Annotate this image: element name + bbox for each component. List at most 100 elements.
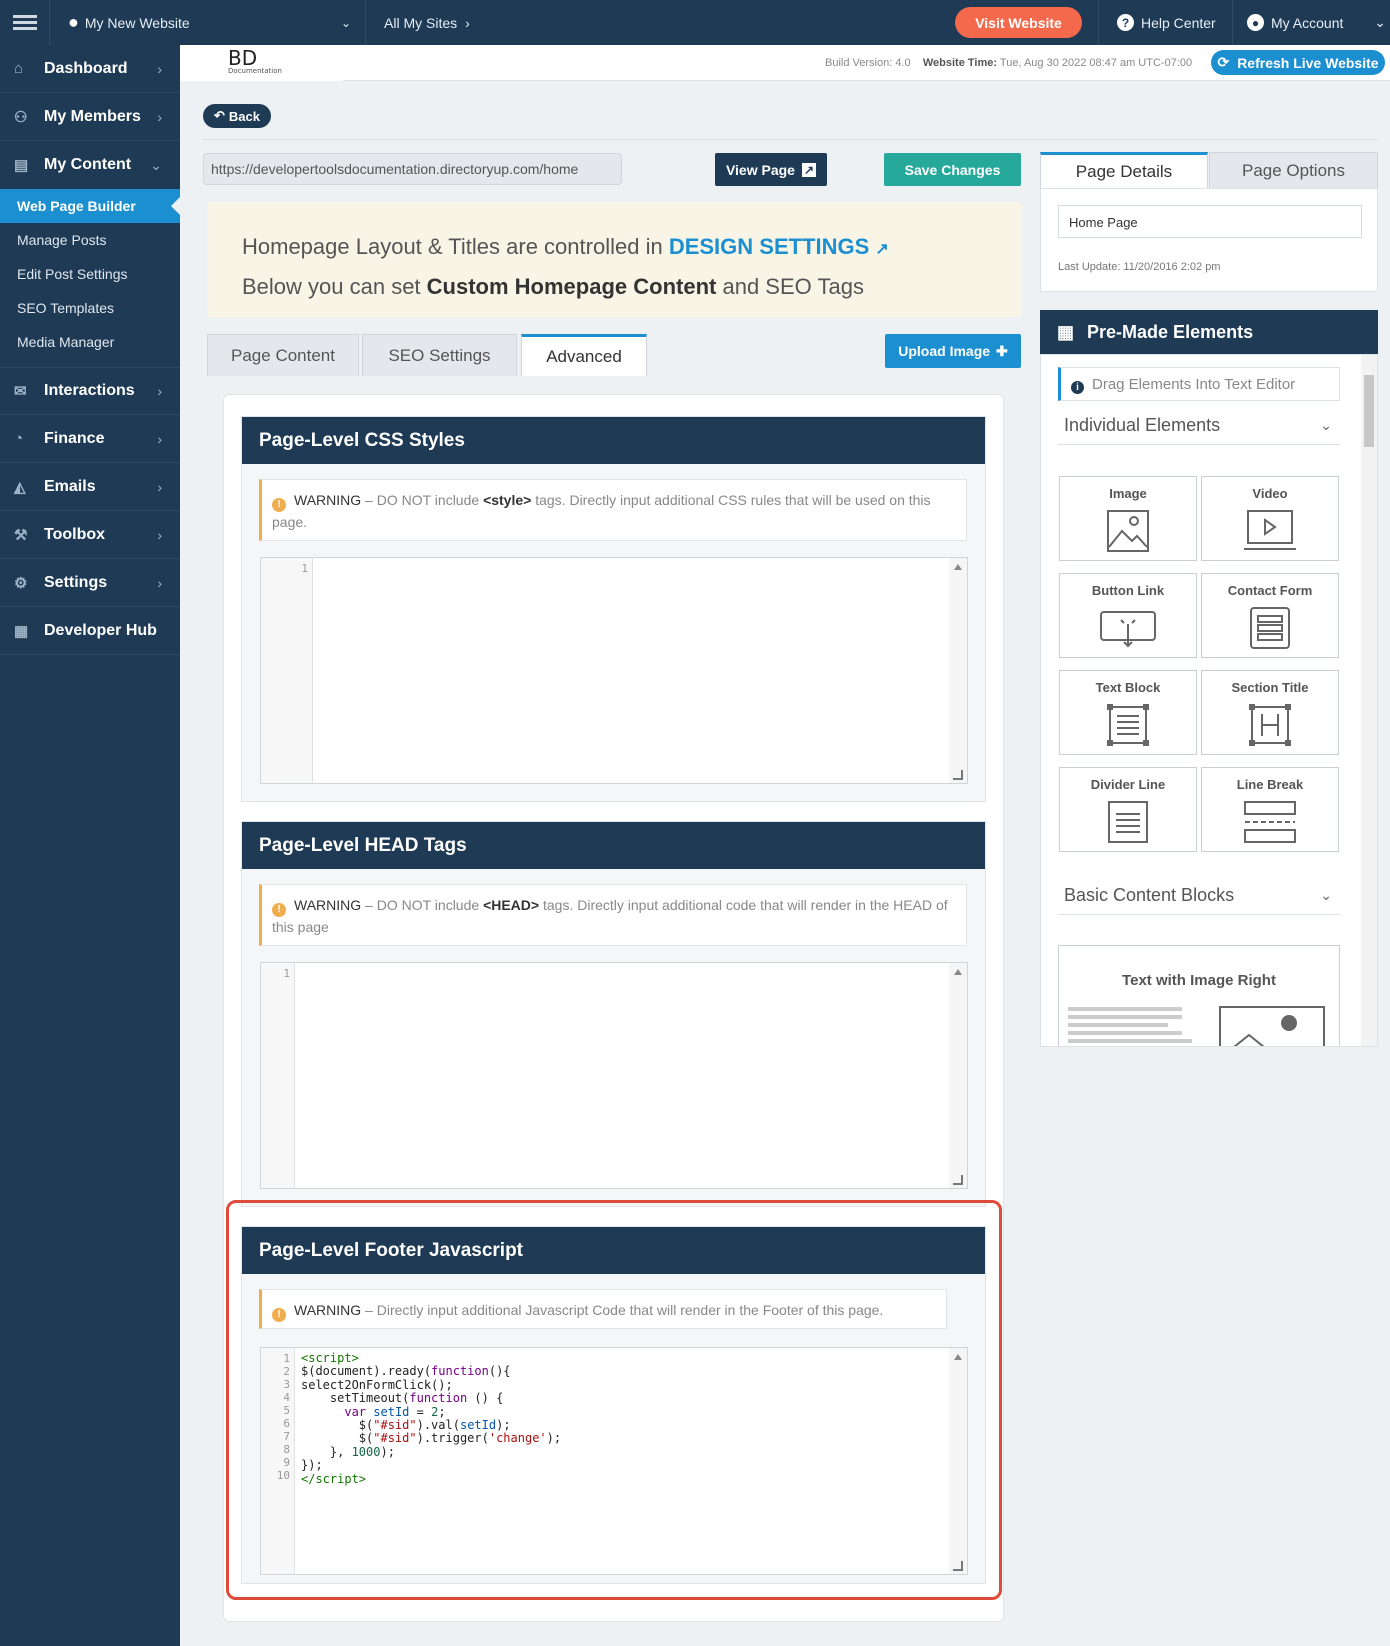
element-image[interactable]: Image [1059, 476, 1197, 561]
sidebar-item-finance[interactable]: ◔ Finance › [0, 415, 180, 463]
chevron-right-icon: › [157, 430, 162, 447]
refresh-live-website-button[interactable]: ⟳ Refresh Live Website [1211, 50, 1385, 75]
element-section-title[interactable]: Section Title [1201, 670, 1339, 755]
site-selector[interactable]: ● My New Website ⌄ [50, 0, 366, 45]
back-arrow-icon: ↶ [214, 108, 225, 123]
sidebar-item-interactions[interactable]: ✉ Interactions › [0, 367, 180, 415]
element-label: Section Title [1231, 680, 1309, 695]
editor-scrollbar[interactable] [949, 558, 967, 783]
website-time: Tue, Aug 30 2022 08:47 am UTC-07:00 [999, 57, 1193, 69]
wrench-icon: ⚒ [14, 526, 28, 544]
page-url-field[interactable]: https://developertoolsdocumentation.dire… [203, 153, 622, 185]
chevron-down-icon: ⌄ [340, 15, 351, 30]
drag-note: i Drag Elements Into Text Editor [1058, 367, 1340, 401]
line-break-icon [1244, 801, 1296, 843]
section-title: Page-Level CSS Styles [242, 417, 985, 464]
user-icon: ● [1247, 14, 1264, 31]
resize-handle-icon[interactable] [953, 1175, 963, 1185]
sidebar-item-label: Developer Hub [44, 621, 157, 639]
tab-page-content[interactable]: Page Content [207, 334, 359, 376]
sidebar-item-label: Settings [44, 573, 108, 591]
external-link-icon: ↗ [875, 241, 889, 258]
sidebar-item-my-members[interactable]: ⚇ My Members › [0, 93, 180, 141]
warning-label: WARNING [294, 897, 362, 913]
premade-elements-header: ▦ Pre-Made Elements [1040, 310, 1378, 354]
element-label: Video [1252, 486, 1288, 501]
logo[interactable]: BD Documentation [228, 46, 288, 77]
back-button[interactable]: ↶ Back [203, 104, 271, 128]
sidebar-item-developer-hub[interactable]: ▦ Developer Hub [0, 607, 180, 655]
help-center-link[interactable]: ? Help Center [1098, 0, 1218, 45]
sidebar-subitem-seo-templates[interactable]: SEO Templates [0, 291, 180, 325]
sidebar-item-label: Dashboard [44, 59, 128, 77]
logo-text: BD [228, 46, 258, 70]
sidebar-item-label: My Content [44, 156, 132, 173]
warning-tag: <HEAD> [483, 897, 540, 913]
sidebar-item-settings[interactable]: ⚙ Settings › [0, 559, 180, 607]
accordion-label: Individual Elements [1064, 415, 1221, 435]
video-icon [1244, 510, 1296, 550]
sidebar-subitem-manage-posts[interactable]: Manage Posts [0, 223, 180, 257]
block-label: Text with Image Right [1122, 972, 1276, 989]
menu-toggle-button[interactable] [0, 0, 50, 45]
notice-line2a: Below you can set [242, 274, 421, 299]
basic-content-blocks-accordion[interactable]: Basic Content Blocks ⌄ [1058, 875, 1340, 915]
sidebar-item-label: Finance [44, 429, 105, 447]
element-label: Button Link [1091, 583, 1165, 598]
view-page-button[interactable]: View Page ↗ [715, 153, 827, 186]
sidebar-item-my-content[interactable]: ▤ My Content ⌄ [0, 141, 180, 189]
element-button-link[interactable]: Button Link [1059, 573, 1197, 658]
inbox-icon: ◭ [14, 478, 26, 496]
users-icon: ⚇ [14, 108, 28, 126]
refresh-label: Refresh Live Website [1237, 54, 1379, 71]
sidebar-subitem-web-page-builder[interactable]: Web Page Builder [0, 189, 180, 223]
divider-line-icon [1108, 801, 1148, 843]
chevron-down-icon: ⌄ [1374, 14, 1386, 30]
contact-form-icon [1250, 607, 1290, 649]
element-label: Image [1109, 486, 1147, 501]
page-name-field[interactable]: Home Page [1058, 205, 1362, 238]
top-bar: ● My New Website ⌄ All My Sites › Visit … [0, 0, 1390, 45]
save-changes-button[interactable]: Save Changes [884, 153, 1021, 186]
refresh-icon: ⟳ [1217, 54, 1230, 70]
build-info: Build Version: 4.0 Website Time: Tue, Au… [825, 57, 1192, 69]
individual-elements-accordion[interactable]: Individual Elements ⌄ [1058, 405, 1340, 445]
tab-seo-settings[interactable]: SEO Settings [362, 334, 517, 376]
visit-website-button[interactable]: Visit Website [955, 7, 1082, 38]
all-sites-link[interactable]: All My Sites › [366, 0, 486, 45]
sidebar-subitem-edit-post-settings[interactable]: Edit Post Settings [0, 257, 180, 291]
head-code-editor[interactable]: 1 [260, 962, 968, 1189]
chevron-right-icon: › [157, 574, 162, 591]
sidebar-subitem-media-manager[interactable]: Media Manager [0, 325, 180, 359]
element-contact-form[interactable]: Contact Form [1201, 573, 1339, 658]
sidebar-item-toolbox[interactable]: ⚒ Toolbox › [0, 511, 180, 559]
warning-text: – DO NOT include [365, 897, 480, 913]
css-code-editor[interactable]: 1 [260, 557, 968, 784]
scrollbar-thumb[interactable] [1364, 375, 1374, 447]
element-text-block[interactable]: Text Block [1059, 670, 1197, 755]
sidebar-item-dashboard[interactable]: ⌂ Dashboard › [0, 45, 180, 93]
editor-scrollbar[interactable] [949, 963, 967, 1188]
element-video[interactable]: Video [1201, 476, 1339, 561]
upload-image-label: Upload Image [898, 343, 991, 359]
element-line-break[interactable]: Line Break [1201, 767, 1339, 852]
premade-scrollbar[interactable] [1361, 355, 1377, 1046]
logo-subtitle: Documentation [228, 67, 282, 75]
account-label: My Account [1271, 14, 1344, 31]
design-settings-link[interactable]: DESIGN SETTINGS [669, 234, 869, 259]
tab-page-details[interactable]: Page Details [1040, 152, 1208, 189]
sidebar: ⌂ Dashboard › ⚇ My Members › ▤ My Content ⌄ We… [0, 45, 180, 1646]
resize-handle-icon[interactable] [953, 770, 963, 780]
chevron-right-icon: › [157, 526, 162, 543]
tab-page-options[interactable]: Page Options [1209, 152, 1378, 189]
tab-advanced[interactable]: Advanced [521, 334, 647, 376]
element-label: Contact Form [1227, 583, 1313, 598]
section-title: Page-Level HEAD Tags [242, 822, 985, 869]
element-divider-line[interactable]: Divider Line [1059, 767, 1197, 852]
head-warning: ! WARNING – DO NOT include <HEAD> tags. D… [259, 884, 967, 946]
sidebar-item-emails[interactable]: ◭ Emails › [0, 463, 180, 511]
upload-image-button[interactable]: Upload Image ✚ [885, 334, 1021, 368]
block-text-with-image-right[interactable]: Text with Image Right [1058, 945, 1340, 1046]
my-account-menu[interactable]: ● My Account ⌄ [1232, 0, 1390, 45]
element-label: Divider Line [1090, 777, 1166, 792]
